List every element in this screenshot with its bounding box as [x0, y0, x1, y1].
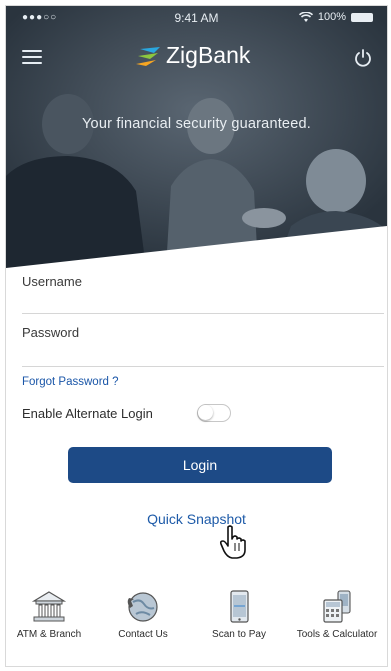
nav-atm-branch[interactable]: ATM & Branch — [6, 588, 94, 641]
nav-label: Contact Us — [118, 629, 168, 640]
phone-scan-icon — [230, 590, 249, 623]
nav-label: Scan to Pay — [212, 629, 266, 640]
username-underline — [22, 313, 384, 314]
wifi-icon — [298, 11, 313, 22]
globe-phone-icon — [127, 592, 158, 622]
hero-tagline: Your financial security guaranteed. — [82, 116, 311, 132]
hand-pointer-cursor-icon — [219, 525, 246, 559]
nav-contact-us[interactable]: Contact Us — [98, 588, 188, 641]
password-underline — [22, 366, 384, 367]
username-label: Username — [22, 274, 82, 289]
toggle-knob — [198, 405, 213, 420]
app-bar: ZigBank — [6, 36, 387, 80]
brand-name: ZigBank — [166, 42, 251, 68]
hero-banner: ●●●○○ 9:41 AM 100% ZigBank Your financia… — [6, 6, 387, 268]
nav-label: Tools & Calculator — [296, 629, 378, 640]
password-label: Password — [22, 325, 80, 340]
password-field[interactable]: Password — [22, 325, 384, 367]
nav-scan-to-pay[interactable]: Scan to Pay — [194, 588, 284, 641]
bank-building-icon — [31, 591, 67, 622]
username-field[interactable]: Username — [22, 274, 384, 314]
alternate-login-row: Enable Alternate Login — [22, 404, 322, 428]
alternate-login-label: Enable Alternate Login — [22, 406, 153, 421]
calculator-icon — [323, 590, 351, 623]
alternate-login-toggle[interactable] — [197, 404, 231, 422]
quick-snapshot-link[interactable]: Quick Snapshot — [6, 511, 387, 527]
zigbank-logo-icon — [136, 46, 160, 66]
status-bar: ●●●○○ 9:41 AM 100% — [6, 6, 387, 30]
battery-percent: 100% — [317, 11, 346, 23]
status-right: 100% — [298, 11, 373, 23]
nav-label: ATM & Branch — [16, 629, 82, 640]
hamburger-menu-icon[interactable] — [22, 50, 42, 64]
forgot-password-link[interactable]: Forgot Password ? — [22, 376, 119, 388]
bottom-nav: ATM & Branch Contact Us Scan to Pay Tool… — [6, 588, 387, 658]
nav-tools-calculator[interactable]: Tools & Calculator — [292, 588, 382, 641]
login-button[interactable]: Login — [68, 447, 332, 483]
battery-icon — [351, 12, 373, 22]
power-icon[interactable] — [353, 48, 373, 68]
brand-logo: ZigBank — [136, 42, 250, 69]
phone-screen: ●●●○○ 9:41 AM 100% ZigBank Your financia… — [6, 6, 387, 666]
